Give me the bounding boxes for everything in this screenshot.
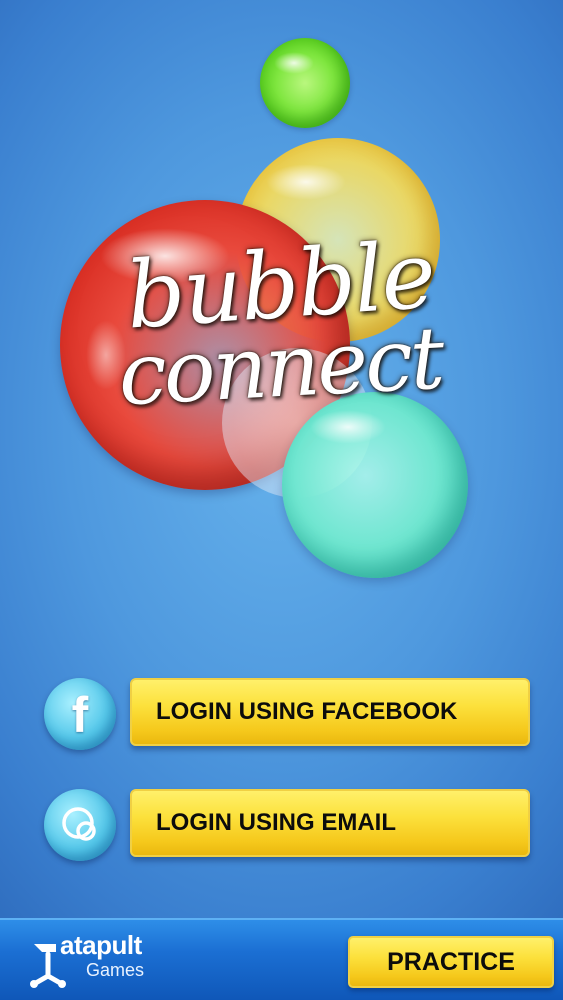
cyan-bubble (282, 392, 468, 578)
login-facebook-label: LOGIN USING FACEBOOK (156, 698, 458, 725)
game-title-screen: bubble connect f LOGIN USING FACEBOOK LO… (0, 0, 563, 1000)
login-email-button[interactable]: LOGIN USING EMAIL (130, 789, 530, 857)
email-glyph (62, 807, 96, 841)
practice-button[interactable]: PRACTICE (348, 936, 554, 988)
login-email-label: LOGIN USING EMAIL (156, 809, 396, 836)
login-facebook-button[interactable]: LOGIN USING FACEBOOK (130, 678, 530, 746)
email-login-row: LOGIN USING EMAIL (44, 787, 534, 863)
green-bubble (260, 38, 350, 128)
facebook-glyph: f (71, 687, 89, 743)
brand-subtitle: Games (86, 960, 145, 980)
game-logo: bubble connect (40, 30, 500, 600)
email-icon[interactable] (44, 789, 116, 861)
game-title-line2: connect (115, 308, 445, 426)
facebook-icon[interactable]: f (44, 678, 116, 750)
brand-name: atapult (60, 930, 142, 960)
facebook-login-row: f LOGIN USING FACEBOOK (44, 676, 534, 752)
catapult-games-logo: atapult Games (26, 930, 166, 994)
bottom-bar: atapult Games PRACTICE (0, 918, 563, 1000)
game-title: bubble connect (100, 221, 460, 425)
